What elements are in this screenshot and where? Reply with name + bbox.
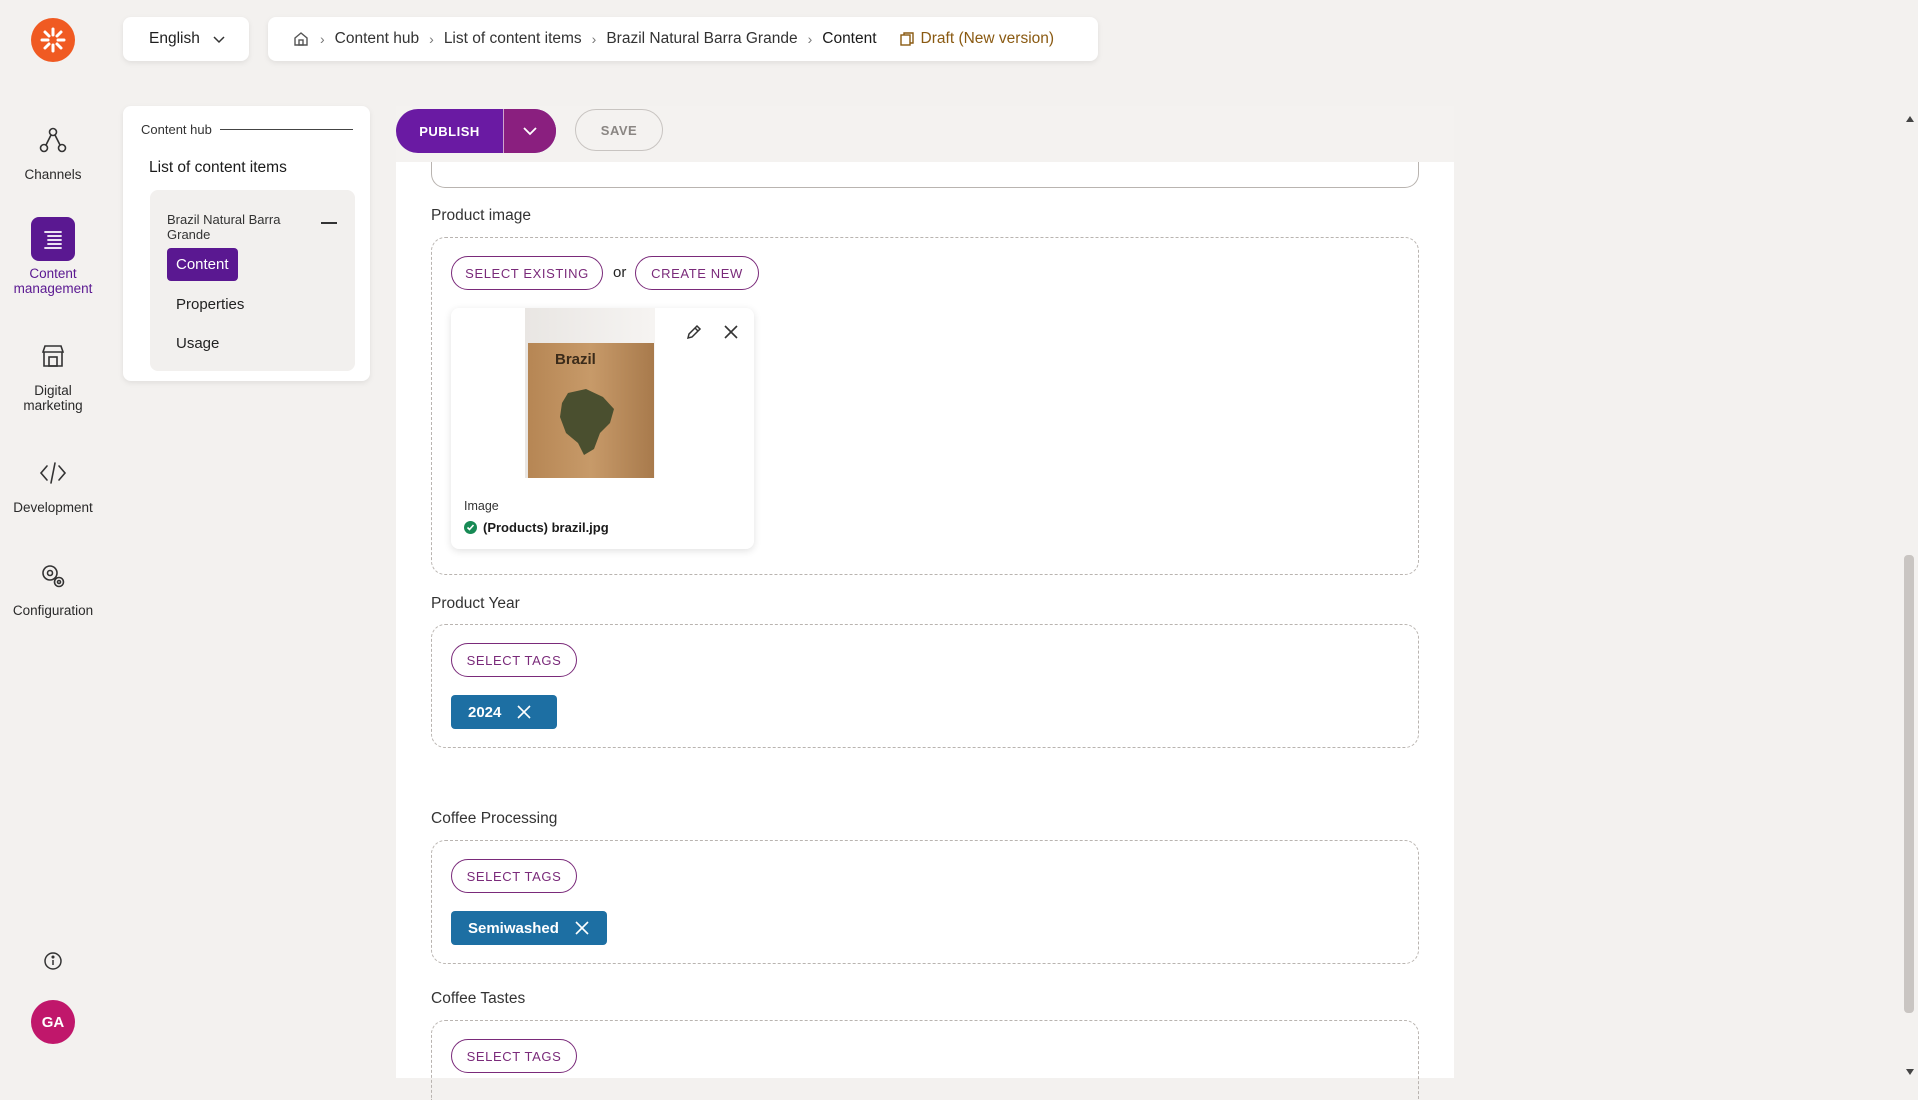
chevron-down-icon [523,127,537,136]
tree-sub-properties[interactable]: Properties [176,296,244,313]
chevron-down-icon [213,36,225,44]
product-thumbnail: Brazil [525,308,655,478]
product-year-label: Product Year [431,595,520,612]
tree-hub-label[interactable]: Content hub [141,122,212,137]
content-management-icon [31,217,75,261]
nav-content-management[interactable]: Content management [0,217,106,296]
channels-icon [31,118,75,162]
nav-channels-label: Channels [24,167,82,182]
breadcrumb-item[interactable]: Brazil Natural Barra Grande [606,30,797,48]
or-label: or [613,264,627,281]
nav-content-management-label: Content management [13,266,93,296]
breadcrumb: › Content hub › List of content items › … [268,17,1098,61]
image-type-label: Image [464,499,499,513]
publish-options-button[interactable] [503,109,556,153]
select-existing-button[interactable]: SELECT EXISTING [451,256,603,290]
coffee-tastes-label: Coffee Tastes [431,990,526,1007]
draft-status-label: Draft (New version) [920,30,1055,47]
publish-split-button: PUBLISH [396,109,556,153]
gear-icon [31,554,75,598]
create-new-button[interactable]: CREATE NEW [635,256,759,290]
language-label: English [149,30,200,47]
product-year-field: SELECT TAGS 2024 [431,624,1419,748]
breadcrumb-separator: › [591,31,597,47]
previous-field-input[interactable] [431,162,1419,188]
tree-node-title[interactable]: Brazil Natural Barra Grande [167,212,297,242]
store-icon [31,334,75,378]
nav-configuration[interactable]: Configuration [0,554,106,618]
tag-2024: 2024 [451,695,557,729]
editor-toolbar: PUBLISH SAVE [396,106,1454,162]
breadcrumb-separator: › [320,31,325,47]
breadcrumb-separator: › [429,31,434,47]
product-image-field: SELECT EXISTING or CREATE NEW Brazil Ima… [431,237,1419,575]
coffee-processing-label: Coffee Processing [431,810,558,827]
tree-sub-usage[interactable]: Usage [176,335,219,352]
tag-label: 2024 [468,703,502,721]
scroll-up-arrow[interactable] [1905,110,1915,128]
nav-digital-marketing[interactable]: Digital marketing [0,334,106,413]
remove-image-icon[interactable] [721,322,741,342]
remove-tag-icon[interactable] [573,919,591,937]
home-icon[interactable] [292,30,310,48]
check-icon [464,521,477,534]
nav-development[interactable]: Development [0,451,106,515]
draft-status: Draft (New version) [899,30,1055,48]
bag-label: Brazil [555,351,596,368]
nav-digital-marketing-label: Digital marketing [23,383,83,413]
breadcrumb-content-hub[interactable]: Content hub [335,30,419,48]
coffee-processing-field: SELECT TAGS Semiwashed [431,840,1419,964]
image-card[interactable]: Brazil Image (Products) brazil.jpg [451,308,754,549]
collapse-icon[interactable] [321,222,337,224]
scrollbar-thumb[interactable] [1904,555,1914,1013]
content-editor: PUBLISH SAVE Product image SELECT EXISTI… [396,106,1454,1100]
info-icon[interactable] [42,950,64,972]
image-filename: (Products) brazil.jpg [464,520,609,535]
tree-list-link[interactable]: List of content items [149,159,287,177]
divider [219,129,353,130]
tree-sub-content[interactable]: Content [167,248,238,281]
brazil-map-icon [560,389,614,455]
nav-development-label: Development [13,500,93,515]
product-image-label: Product image [431,207,531,224]
versions-icon [899,32,914,46]
coffee-processing-select-tags-button[interactable]: SELECT TAGS [451,859,577,893]
image-filename-text: (Products) brazil.jpg [483,520,609,535]
scroll-down-arrow[interactable] [1905,1063,1915,1081]
nav-channels[interactable]: Channels [0,118,106,182]
logo-icon [40,27,66,53]
edit-icon[interactable] [684,322,704,342]
save-button[interactable]: SAVE [575,109,663,151]
tag-label: Semiwashed [468,919,559,937]
content-tree-panel: Content hub List of content items Brazil… [123,106,370,381]
remove-tag-icon[interactable] [515,703,533,721]
nav-configuration-label: Configuration [12,603,94,618]
product-year-select-tags-button[interactable]: SELECT TAGS [451,643,577,677]
code-icon [31,451,75,495]
tree-hub-header: Content hub [141,122,353,137]
tree-node-item: Brazil Natural Barra Grande Content Prop… [150,190,355,371]
breadcrumb-current: Content [822,30,877,47]
app-logo[interactable] [31,18,75,62]
breadcrumb-list[interactable]: List of content items [444,30,582,48]
coffee-tastes-select-tags-button[interactable]: SELECT TAGS [451,1039,577,1073]
breadcrumb-separator: › [807,31,813,47]
coffee-tastes-field: SELECT TAGS [431,1020,1419,1100]
avatar[interactable]: GA [31,1000,75,1044]
publish-button[interactable]: PUBLISH [396,124,503,139]
language-selector[interactable]: English [123,17,249,61]
tag-semiwashed: Semiwashed [451,911,607,945]
